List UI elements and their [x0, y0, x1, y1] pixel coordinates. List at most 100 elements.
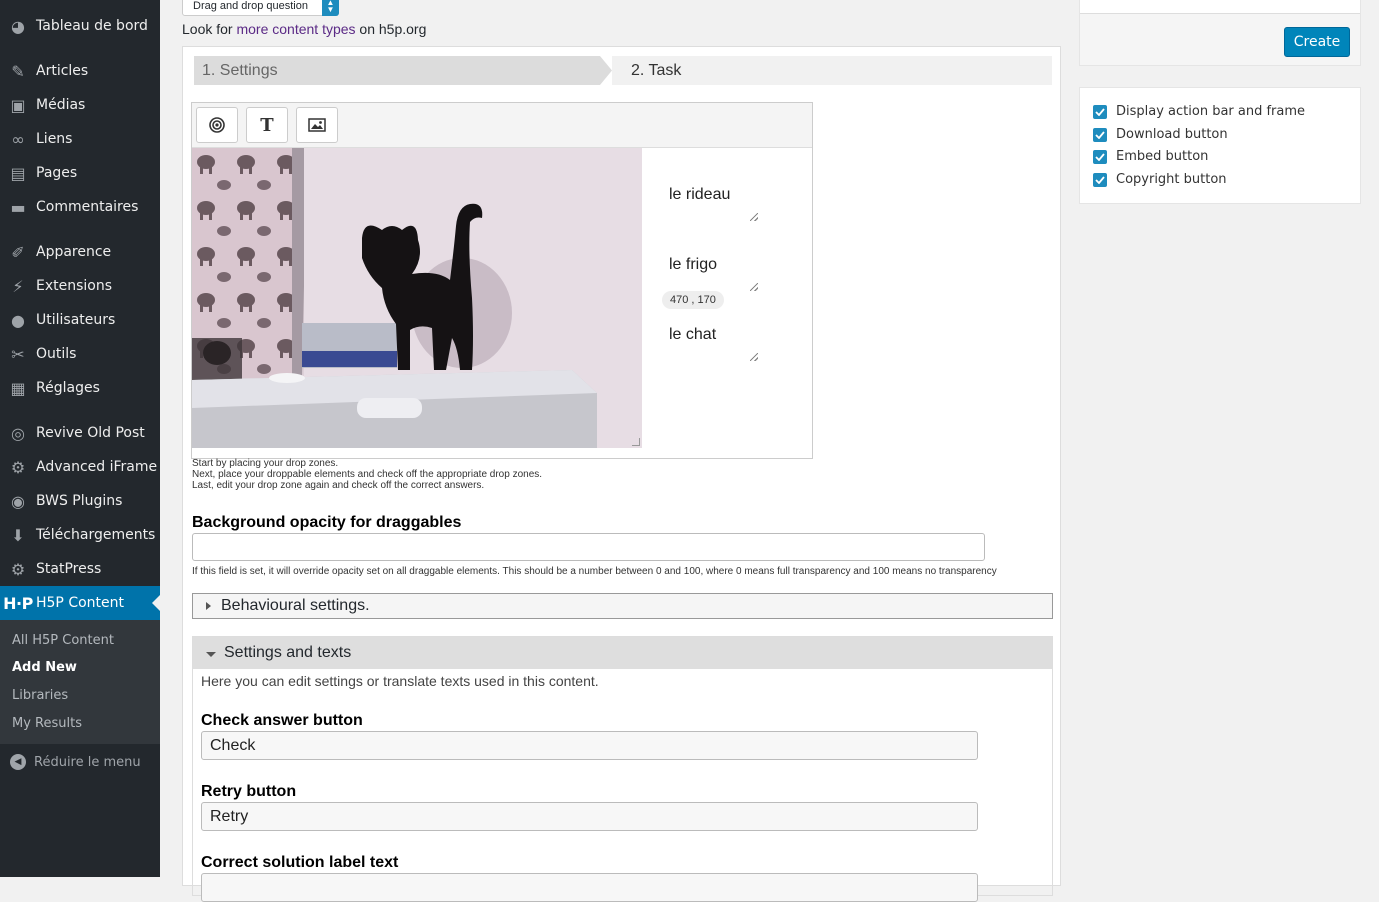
download-icon: ⬇ [11, 525, 25, 545]
option-download-button[interactable]: Download button [1093, 127, 1228, 142]
option-label: Display action bar and frame [1116, 104, 1306, 119]
menu-item-commentaires[interactable]: ▬ Commentaires [0, 190, 160, 224]
menu-item-revive-old-post[interactable]: ◎ Revive Old Post [0, 416, 160, 450]
h5p-editor: 1. Settings 2. Task T le rideau le frigo… [182, 46, 1061, 902]
pages-icon: ▤ [10, 163, 26, 183]
settings-texts-toggle[interactable]: Settings and texts [193, 637, 1052, 669]
publish-box: Create [1079, 0, 1361, 66]
dropzone-chat[interactable]: le chat [662, 323, 760, 363]
add-image-button[interactable] [296, 107, 338, 143]
menu-label: Médias [36, 97, 86, 113]
media-icon: ▣ [10, 95, 26, 115]
option-label: Download button [1116, 127, 1228, 142]
resize-grip-icon[interactable] [750, 213, 758, 221]
collapse-menu-label: Réduire le menu [34, 754, 141, 770]
correct-solution-input[interactable] [201, 873, 978, 902]
bg-opacity-input[interactable] [192, 533, 985, 561]
menu-item-telechargements[interactable]: ⬇ Téléchargements [0, 518, 160, 552]
check-answer-input[interactable] [201, 731, 978, 760]
link-icon: ∞ [11, 129, 25, 149]
menu-label: Réglages [36, 380, 100, 396]
menu-label: Commentaires [36, 199, 139, 215]
correct-solution-label: Correct solution label text [201, 854, 399, 871]
checkbox-checked-icon[interactable] [1093, 149, 1107, 164]
submenu-all-h5p-content[interactable]: All H5P Content [12, 633, 114, 648]
menu-label: BWS Plugins [36, 493, 123, 509]
dnd-help-line-3: Last, edit your drop zone again and chec… [192, 480, 485, 491]
menu-label: Téléchargements [36, 527, 156, 543]
coord-x: 470 [670, 294, 689, 306]
caret-right-icon [206, 602, 211, 610]
comment-icon: ▬ [10, 197, 26, 217]
menu-item-medias[interactable]: ▣ Médias [0, 88, 160, 122]
menu-label: StatPress [36, 561, 102, 577]
dropzone-frigo[interactable]: le frigo [662, 253, 760, 293]
more-content-types-link[interactable]: more content types [236, 21, 355, 37]
resize-grip-icon[interactable] [750, 283, 758, 291]
menu-item-reglages[interactable]: ▦ Réglages [0, 371, 160, 405]
retry-button-input[interactable] [201, 802, 978, 831]
collapse-arrow-icon: ◀ [10, 754, 26, 770]
add-dropzone-button[interactable] [196, 107, 238, 143]
dropzone-label: le frigo [669, 256, 718, 273]
menu-item-dashboard[interactable]: ◕ Tableau de bord [0, 9, 160, 43]
option-copyright-button[interactable]: Copyright button [1093, 172, 1227, 187]
menu-item-h5p-content[interactable]: H·P H5P Content [0, 586, 160, 620]
users-icon: ● [11, 310, 25, 330]
menu-label: Liens [36, 131, 73, 147]
gear-icon: ⚙ [10, 457, 26, 477]
menu-label: Tableau de bord [36, 18, 148, 34]
menu-item-articles[interactable]: ✎ Articles [0, 54, 160, 88]
menu-item-outils[interactable]: ✂ Outils [0, 337, 160, 371]
option-label: Copyright button [1116, 172, 1227, 187]
menu-label: Extensions [36, 278, 113, 294]
menu-item-apparence[interactable]: ✐ Apparence [0, 235, 160, 269]
pushpin-icon: ✎ [11, 61, 25, 81]
dnd-editor: T le rideau le frigo 470 , 170 le chat [191, 102, 813, 459]
checkbox-checked-icon[interactable] [1093, 127, 1107, 142]
display-options-box: Display action bar and frame Download bu… [1079, 87, 1361, 204]
admin-sidebar: ◕ Tableau de bord ✎ Articles ▣ Médias ∞ … [0, 0, 160, 877]
dashboard-icon: ◕ [11, 16, 25, 36]
h5p-submenu: All H5P Content Add New Libraries My Res… [0, 620, 160, 744]
resize-grip-icon[interactable] [750, 353, 758, 361]
settings-texts-label: Settings and texts [224, 644, 352, 661]
content-type-select[interactable]: Drag and drop question ▲ ▼ [182, 0, 339, 16]
coord-sep: , [688, 294, 698, 306]
menu-item-advanced-iframe[interactable]: ⚙ Advanced iFrame [0, 450, 160, 484]
menu-label: Articles [36, 63, 89, 79]
tab-task[interactable]: 2. Task [631, 56, 681, 85]
option-embed-button[interactable]: Embed button [1093, 149, 1208, 164]
coord-y: 170 [697, 294, 716, 306]
tab-settings[interactable]: 1. Settings [194, 56, 612, 85]
submenu-libraries[interactable]: Libraries [12, 688, 68, 703]
add-text-button[interactable]: T [246, 107, 288, 143]
create-button[interactable]: Create [1284, 27, 1350, 57]
submenu-my-results[interactable]: My Results [12, 716, 82, 731]
menu-item-extensions[interactable]: ⚡ Extensions [0, 269, 160, 303]
kitten-photo [192, 148, 642, 448]
behavioural-settings-label: Behavioural settings. [221, 597, 370, 614]
collapse-menu-button[interactable]: ◀ Réduire le menu [0, 750, 160, 774]
background-image [192, 148, 642, 448]
revive-icon: ◎ [11, 423, 25, 443]
dropzone-label: le rideau [669, 186, 731, 203]
menu-item-liens[interactable]: ∞ Liens [0, 122, 160, 156]
behavioural-settings-toggle[interactable]: Behavioural settings. [192, 593, 1053, 619]
option-label: Embed button [1116, 149, 1209, 164]
menu-item-utilisateurs[interactable]: ● Utilisateurs [0, 303, 160, 337]
option-display-action-bar[interactable]: Display action bar and frame [1093, 104, 1305, 119]
lookfor-line: Look for more content types on h5p.org [182, 21, 426, 37]
lookfor-prefix: Look for [182, 21, 237, 37]
checkbox-checked-icon[interactable] [1093, 104, 1107, 119]
target-icon [209, 117, 225, 133]
menu-item-statpress[interactable]: ⚙ StatPress [0, 552, 160, 586]
menu-item-bws-plugins[interactable]: ◉ BWS Plugins [0, 484, 160, 518]
coordinates-badge: 470 , 170 [662, 291, 724, 309]
menu-item-pages[interactable]: ▤ Pages [0, 156, 160, 190]
submenu-add-new[interactable]: Add New [12, 660, 77, 675]
image-resize-handle[interactable] [632, 438, 640, 446]
dropzone-rideau[interactable]: le rideau [662, 183, 760, 223]
bg-opacity-help: If this field is set, it will override o… [192, 566, 997, 577]
checkbox-checked-icon[interactable] [1093, 172, 1107, 187]
